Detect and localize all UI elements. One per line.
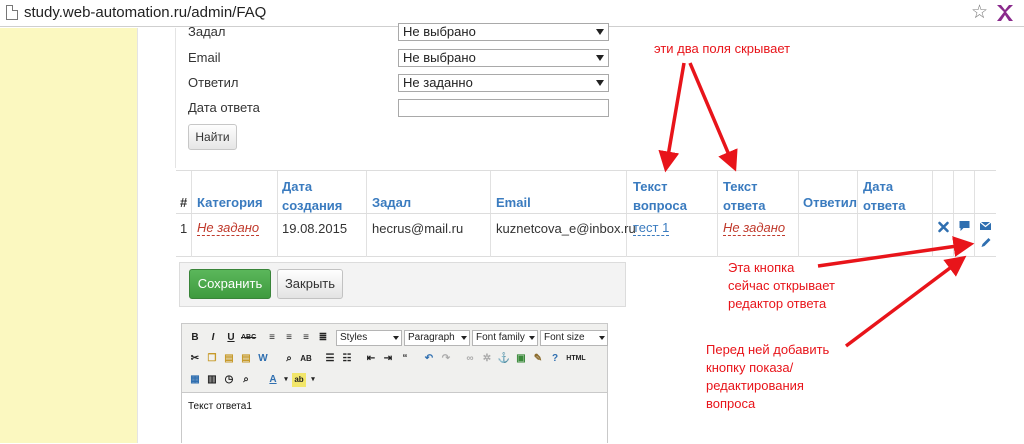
arrow-to-answer-column [688,62,738,172]
arrow-to-question-column [658,62,686,173]
arrow-to-edit-button [817,236,975,268]
annotation-arrows [658,62,975,348]
arrow-to-new-button-spot [844,255,967,348]
